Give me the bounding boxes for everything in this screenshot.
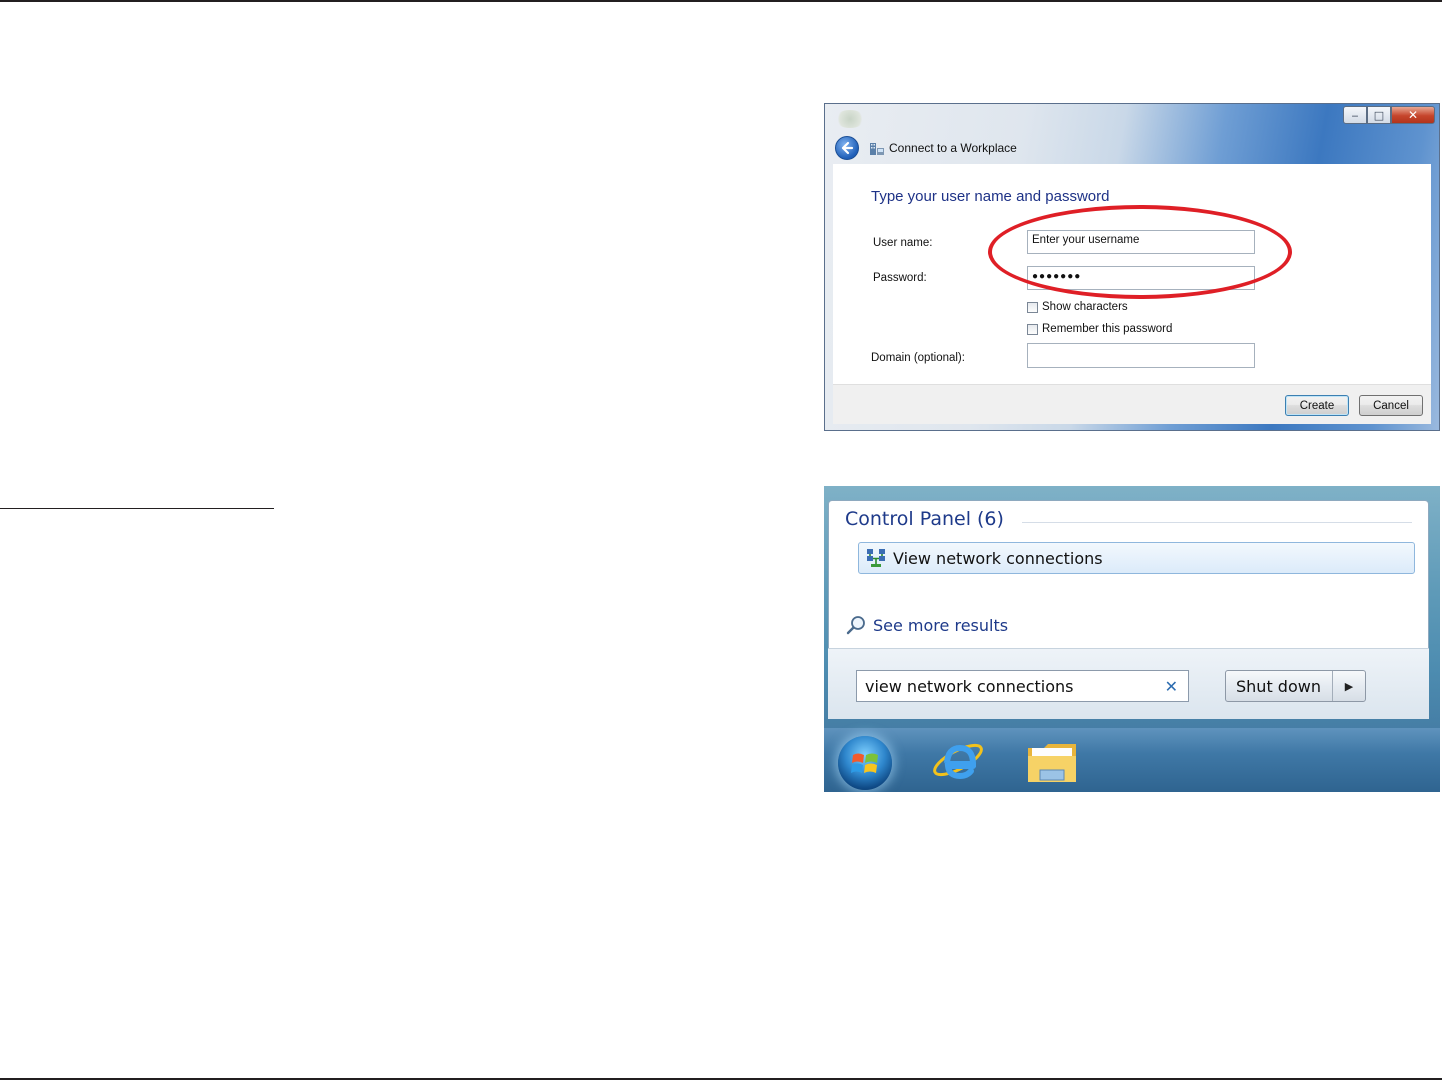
result-label: View network connections — [893, 548, 1103, 568]
bottom-rule — [0, 1078, 1442, 1080]
internet-explorer-icon[interactable] — [930, 736, 986, 786]
remember-password-checkbox[interactable] — [1027, 323, 1038, 335]
minimize-button[interactable]: ‒ — [1343, 106, 1367, 124]
dialog-title: Connect to a Workplace — [889, 141, 1017, 155]
heading-divider — [1022, 522, 1412, 523]
workplace-icon — [870, 143, 884, 155]
cancel-button[interactable]: Cancel — [1359, 395, 1423, 416]
clear-search-icon[interactable]: ✕ — [1165, 677, 1178, 696]
top-rule — [0, 0, 1442, 2]
password-label: Password: — [873, 272, 927, 284]
remember-password-label: Remember this password — [1042, 323, 1173, 335]
username-label: User name: — [873, 237, 933, 249]
dialog-footer: Create Cancel — [833, 384, 1431, 424]
domain-label: Domain (optional): — [871, 352, 965, 364]
view-network-connections-result[interactable]: View network connections — [858, 542, 1415, 574]
connect-workplace-dialog: ‒ □ ✕ Connect to a Workplace Type your u… — [824, 103, 1440, 431]
search-query-text: view network connections — [865, 676, 1074, 696]
show-characters-checkbox[interactable] — [1027, 301, 1038, 313]
section-underline — [0, 508, 274, 509]
back-arrow-icon — [841, 141, 854, 155]
close-button[interactable]: ✕ — [1391, 106, 1435, 124]
background-ghost-icon — [835, 110, 865, 128]
see-more-results-label: See more results — [873, 615, 1009, 635]
create-button[interactable]: Create — [1285, 395, 1349, 416]
shut-down-options-arrow-icon[interactable]: ▶ — [1333, 671, 1365, 701]
dialog-body: Type your user name and password User na… — [833, 164, 1431, 384]
start-menu-screenshot: Control Panel (6) View network connectio… — [824, 486, 1440, 792]
search-icon — [846, 616, 865, 635]
remember-password-row[interactable]: Remember this password — [1027, 323, 1172, 335]
taskbar — [824, 728, 1440, 792]
shut-down-button-group: Shut down ▶ — [1225, 670, 1366, 702]
show-characters-row[interactable]: Show characters — [1027, 301, 1128, 313]
windows-explorer-icon[interactable] — [1026, 740, 1078, 784]
see-more-results-link[interactable]: See more results — [845, 614, 1008, 636]
start-search-input[interactable]: view network connections ✕ — [856, 670, 1189, 702]
domain-field[interactable] — [1027, 343, 1255, 368]
network-connections-icon — [867, 549, 885, 567]
control-panel-heading: Control Panel (6) — [845, 508, 1004, 530]
back-button[interactable] — [835, 136, 859, 160]
window-controls: ‒ □ ✕ — [1343, 106, 1435, 126]
start-orb-icon[interactable] — [838, 736, 892, 790]
maximize-button[interactable]: □ — [1367, 106, 1391, 124]
windows-logo-icon — [851, 753, 878, 773]
show-characters-label: Show characters — [1042, 301, 1128, 313]
dialog-heading: Type your user name and password — [871, 188, 1110, 205]
highlight-circle — [988, 205, 1292, 299]
shut-down-button[interactable]: Shut down — [1226, 671, 1333, 701]
